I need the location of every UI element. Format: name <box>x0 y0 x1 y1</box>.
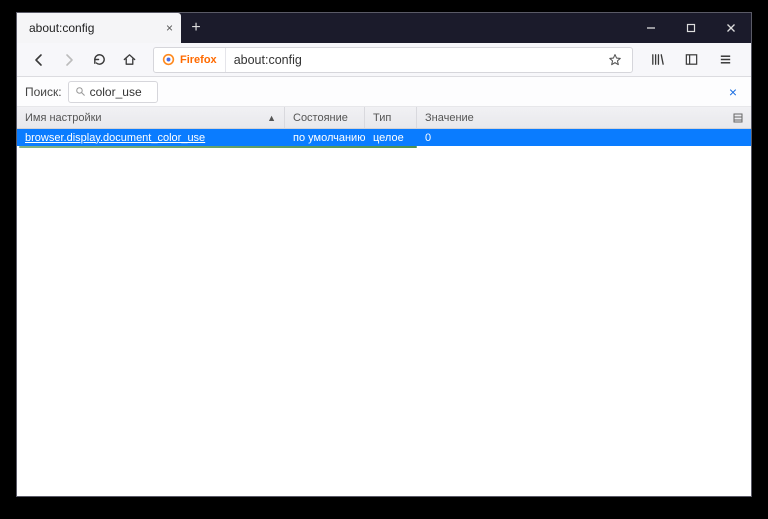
column-type[interactable]: Тип <box>365 107 417 128</box>
url-bar[interactable]: Firefox about:config <box>153 47 633 73</box>
clear-search-button[interactable]: × <box>723 84 743 100</box>
column-state[interactable]: Состояние <box>285 107 365 128</box>
identity-box[interactable]: Firefox <box>154 48 226 72</box>
search-value: color_use <box>90 85 142 99</box>
table-body: browser.display.document_color_use по ум… <box>17 129 751 496</box>
bookmark-star-icon[interactable] <box>598 53 632 67</box>
pref-type: целое <box>365 132 417 144</box>
new-tab-button[interactable]: + <box>181 13 211 43</box>
back-button[interactable] <box>25 46 53 74</box>
column-name[interactable]: Имя настройки ▲ <box>17 107 285 128</box>
table-header: Имя настройки ▲ Состояние Тип Значение <box>17 107 751 129</box>
close-tab-icon[interactable]: × <box>166 21 173 35</box>
url-text: about:config <box>226 53 598 67</box>
identity-label: Firefox <box>180 54 217 66</box>
table-row[interactable]: browser.display.document_color_use по ум… <box>17 129 751 146</box>
pref-value: 0 <box>417 132 751 144</box>
sort-asc-icon: ▲ <box>267 113 276 123</box>
tab-title: about:config <box>29 21 160 35</box>
column-picker-button[interactable] <box>725 107 751 128</box>
minimize-button[interactable] <box>631 13 671 43</box>
titlebar: about:config × + <box>17 13 751 43</box>
maximize-button[interactable] <box>671 13 711 43</box>
pref-name: browser.display.document_color_use <box>17 132 285 144</box>
nav-toolbar: Firefox about:config <box>17 43 751 77</box>
close-window-button[interactable] <box>711 13 751 43</box>
browser-window: about:config × + <box>16 12 752 497</box>
sidebar-button[interactable] <box>677 46 705 74</box>
home-button[interactable] <box>115 46 143 74</box>
config-search-row: Поиск: color_use × <box>17 77 751 107</box>
reload-button[interactable] <box>85 46 113 74</box>
column-value[interactable]: Значение <box>417 107 725 128</box>
tab-active[interactable]: about:config × <box>17 13 181 43</box>
pref-state: по умолчанию <box>285 132 365 144</box>
menu-button[interactable] <box>711 46 739 74</box>
search-input[interactable]: color_use <box>68 81 158 103</box>
search-icon <box>75 86 86 97</box>
search-label: Поиск: <box>25 85 62 99</box>
library-button[interactable] <box>643 46 671 74</box>
annotation-underline <box>19 146 417 148</box>
forward-button[interactable] <box>55 46 83 74</box>
firefox-icon <box>162 53 175 66</box>
